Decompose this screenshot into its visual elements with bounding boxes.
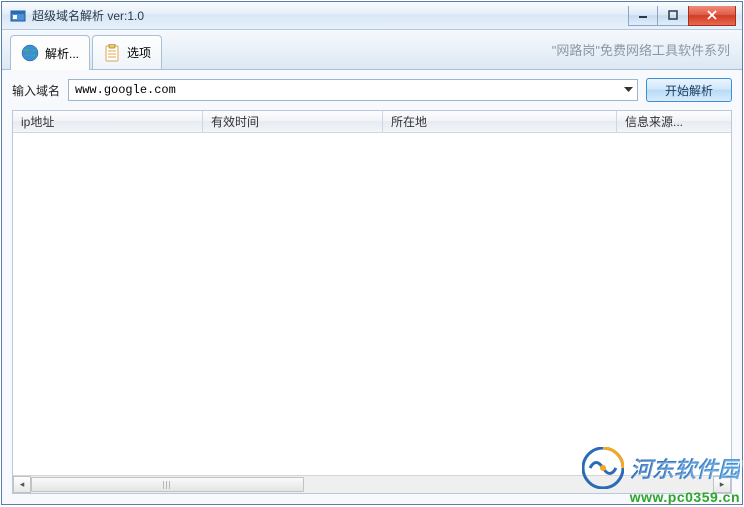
scroll-track[interactable] (31, 476, 713, 493)
globe-icon (21, 44, 39, 62)
scroll-right-button[interactable]: ▸ (713, 476, 731, 493)
window-title: 超级域名解析 ver:1.0 (32, 7, 628, 24)
content-area: 输入域名 开始解析 ip地址 有效时间 所在地 信息来源... ◂ (2, 70, 742, 504)
table-body (13, 133, 731, 475)
tab-label: 解析... (45, 45, 79, 62)
close-button[interactable] (688, 6, 736, 26)
domain-input-label: 输入域名 (12, 82, 60, 99)
col-source[interactable]: 信息来源... (617, 111, 731, 132)
table-header: ip地址 有效时间 所在地 信息来源... (13, 111, 731, 133)
dropdown-button[interactable] (619, 80, 637, 100)
input-row: 输入域名 开始解析 (12, 78, 732, 102)
scroll-thumb[interactable] (31, 477, 304, 492)
minimize-button[interactable] (628, 6, 658, 26)
horizontal-scrollbar[interactable]: ◂ ▸ (13, 475, 731, 493)
tab-options[interactable]: 选项 (92, 35, 162, 69)
start-resolve-button[interactable]: 开始解析 (646, 78, 732, 102)
tab-bar: 解析... 选项 "网路岗"免费网络工具软件系列 (2, 30, 742, 70)
titlebar: 超级域名解析 ver:1.0 (2, 2, 742, 30)
col-ip[interactable]: ip地址 (13, 111, 203, 132)
domain-combobox[interactable] (68, 79, 638, 101)
tab-label: 选项 (127, 44, 151, 61)
app-icon (10, 8, 26, 24)
app-window: 超级域名解析 ver:1.0 解析... (1, 1, 743, 505)
col-location[interactable]: 所在地 (383, 111, 617, 132)
col-ttl[interactable]: 有效时间 (203, 111, 383, 132)
scroll-left-button[interactable]: ◂ (13, 476, 31, 493)
tab-resolve[interactable]: 解析... (10, 35, 90, 70)
window-controls (628, 6, 736, 26)
results-table: ip地址 有效时间 所在地 信息来源... ◂ ▸ (12, 110, 732, 494)
clipboard-icon (103, 44, 121, 62)
maximize-button[interactable] (658, 6, 688, 26)
brand-tagline: "网路岗"免费网络工具软件系列 (552, 40, 730, 59)
domain-input[interactable] (69, 80, 619, 100)
